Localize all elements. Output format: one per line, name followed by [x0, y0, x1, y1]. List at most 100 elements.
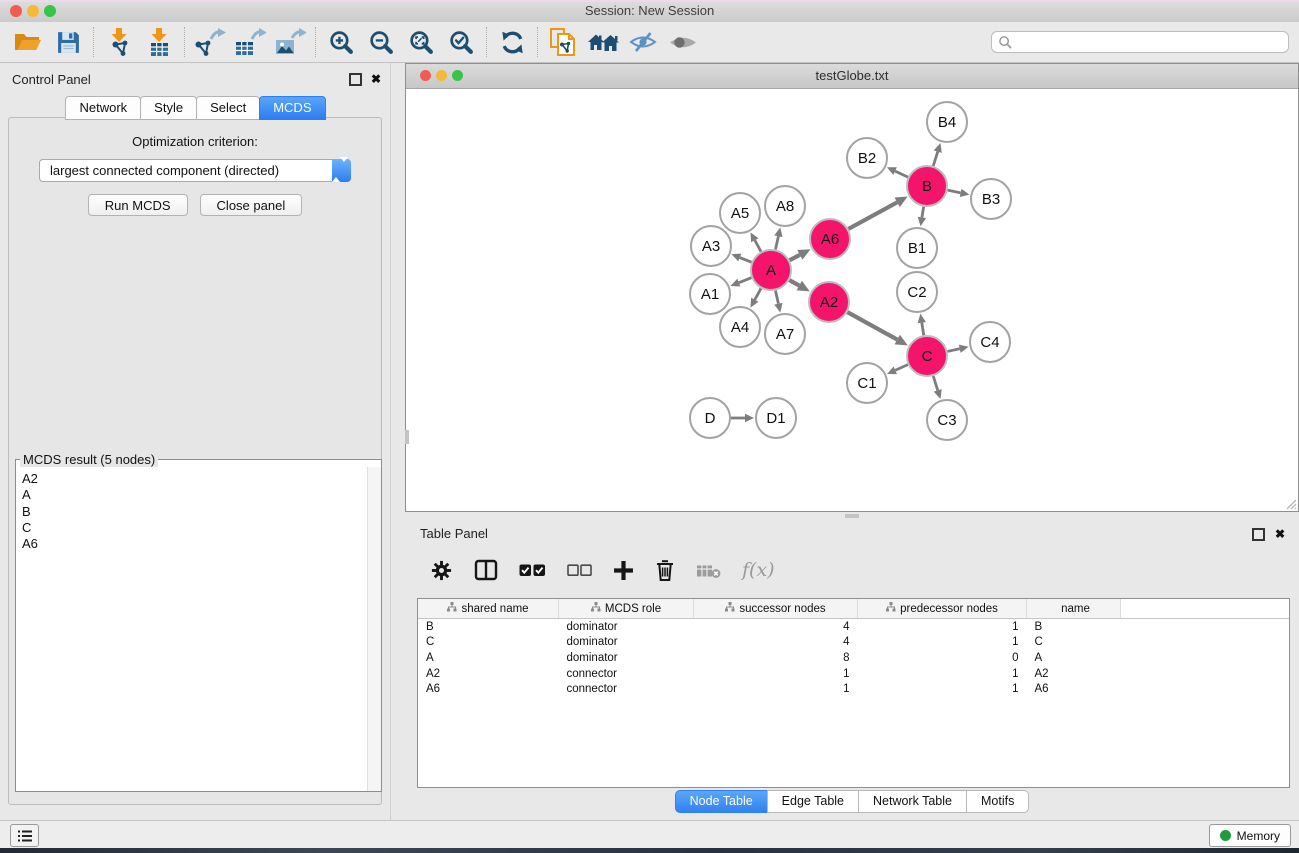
graph-node-D1[interactable]: D1 [756, 398, 796, 438]
edge-A-A2[interactable] [789, 280, 809, 291]
edge-A-A3[interactable] [731, 254, 751, 263]
import-table-icon[interactable] [139, 25, 179, 59]
edge-B-B4[interactable] [933, 143, 941, 166]
close-panel-icon[interactable]: ✖ [371, 73, 381, 85]
tab-mcds[interactable]: MCDS [259, 96, 325, 120]
criterion-select[interactable]: largest connected component (directed) [39, 159, 351, 182]
result-list-item[interactable]: C [22, 520, 367, 536]
graph-node-C4[interactable]: C4 [970, 322, 1010, 362]
graph-node-D[interactable]: D [690, 398, 730, 438]
graph-node-A4[interactable]: A4 [720, 307, 760, 347]
table-row-A[interactable]: Adominator80A [418, 650, 1289, 666]
table-tab-network-table[interactable]: Network Table [858, 790, 967, 813]
cell-name[interactable]: B [1027, 619, 1121, 635]
run-mcds-button[interactable]: Run MCDS [88, 194, 188, 216]
edge-A-A7[interactable] [774, 291, 782, 313]
cell-mcds-role[interactable]: dominator [559, 635, 694, 651]
edge-A-A5[interactable] [751, 232, 761, 251]
cell-predecessor-nodes[interactable]: 1 [858, 619, 1027, 635]
edge-C-C3[interactable] [933, 376, 941, 399]
open-session-icon[interactable] [8, 25, 48, 59]
graph-node-C2[interactable]: C2 [897, 272, 937, 312]
edge-C-C4[interactable] [947, 345, 968, 353]
cell-name[interactable]: C [1027, 635, 1121, 651]
graph-node-C3[interactable]: C3 [927, 400, 967, 440]
cell-predecessor-nodes[interactable]: 1 [858, 681, 1027, 697]
memory-button[interactable]: Memory [1209, 824, 1291, 847]
edge-B-B1[interactable] [918, 207, 926, 227]
cell-mcds-role[interactable]: dominator [559, 650, 694, 666]
deselect-all-icon[interactable] [567, 564, 592, 577]
edge-A-A6[interactable] [790, 249, 811, 260]
graph-node-B[interactable]: B [907, 166, 947, 206]
export-network-icon[interactable] [190, 25, 230, 59]
edge-C-C1[interactable] [887, 365, 908, 374]
cell-mcds-role[interactable]: connector [559, 666, 694, 682]
zoom-fit-icon[interactable] [401, 25, 441, 59]
cell-name[interactable]: A [1027, 650, 1121, 666]
cell-successor-nodes[interactable]: 8 [694, 650, 858, 666]
graph-node-A1[interactable]: A1 [690, 274, 730, 314]
edge-B-B3[interactable] [948, 189, 970, 197]
column-header-mcds-role[interactable]: MCDS role [559, 599, 694, 619]
select-all-icon[interactable] [519, 563, 546, 578]
graph-node-A5[interactable]: A5 [720, 193, 760, 233]
graph-node-A2[interactable]: A2 [809, 282, 849, 322]
cell-name[interactable]: A2 [1027, 666, 1121, 682]
table-row-A2[interactable]: A2connector11A2 [418, 666, 1289, 682]
show-columns-icon[interactable] [474, 559, 498, 581]
task-history-button[interactable] [10, 824, 39, 847]
graph-node-C[interactable]: C [907, 336, 947, 376]
refresh-icon[interactable] [492, 25, 532, 59]
float-panel-icon[interactable] [349, 73, 362, 86]
function-builder-icon[interactable]: f(x) [742, 559, 775, 581]
edge-D-D1[interactable] [731, 414, 754, 422]
cell-successor-nodes[interactable]: 4 [694, 619, 858, 635]
cell-mcds-role[interactable]: dominator [559, 619, 694, 635]
hide-graphics-icon[interactable] [623, 25, 663, 59]
graph-node-B3[interactable]: B3 [971, 179, 1011, 219]
delete-table-icon[interactable] [696, 562, 721, 579]
delete-column-icon[interactable] [655, 559, 675, 582]
table-tab-motifs[interactable]: Motifs [966, 790, 1029, 813]
graph-node-B1[interactable]: B1 [897, 228, 937, 268]
graph-node-B4[interactable]: B4 [927, 102, 967, 142]
graph-node-B2[interactable]: B2 [847, 138, 887, 178]
table-tab-edge-table[interactable]: Edge Table [767, 790, 859, 813]
cell-predecessor-nodes[interactable]: 1 [858, 635, 1027, 651]
tab-network[interactable]: Network [65, 96, 141, 120]
edge-A-A4[interactable] [751, 288, 761, 307]
result-list-item[interactable]: A2 [22, 471, 367, 487]
cell-shared-name[interactable]: A [418, 650, 559, 666]
tab-select[interactable]: Select [196, 96, 260, 120]
show-graphics-icon[interactable] [663, 25, 703, 59]
homes-icon[interactable] [583, 25, 623, 59]
table-row-A6[interactable]: A6connector11A6 [418, 681, 1289, 697]
column-header-successor-nodes[interactable]: successor nodes [694, 599, 858, 619]
zoom-out-icon[interactable] [361, 25, 401, 59]
zoom-selected-icon[interactable] [441, 25, 481, 59]
tab-style[interactable]: Style [140, 96, 197, 120]
zoom-in-icon[interactable] [321, 25, 361, 59]
cell-predecessor-nodes[interactable]: 1 [858, 666, 1027, 682]
export-image-icon[interactable] [270, 25, 310, 59]
graph-node-C1[interactable]: C1 [847, 363, 887, 403]
cell-mcds-role[interactable]: connector [559, 681, 694, 697]
cell-shared-name[interactable]: A2 [418, 666, 559, 682]
save-session-icon[interactable] [48, 25, 88, 59]
float-panel-icon[interactable] [1252, 528, 1265, 541]
network-window-title-bar[interactable]: testGlobe.txt [406, 64, 1298, 89]
edge-B-B2[interactable] [887, 167, 908, 177]
select-stepper-icon[interactable] [332, 159, 351, 182]
edge-A2-C[interactable] [847, 312, 907, 345]
edge-C-C2[interactable] [918, 314, 926, 336]
result-list-item[interactable]: A6 [22, 536, 367, 552]
search-input[interactable] [1013, 32, 1288, 52]
cell-shared-name[interactable]: B [418, 619, 559, 635]
column-header-predecessor-nodes[interactable]: predecessor nodes [858, 599, 1027, 619]
table-row-B[interactable]: Bdominator41B [418, 619, 1289, 635]
close-panel-icon[interactable]: ✖ [1275, 528, 1285, 540]
graph-node-A3[interactable]: A3 [691, 226, 731, 266]
cell-successor-nodes[interactable]: 1 [694, 681, 858, 697]
result-list-item[interactable]: B [22, 504, 367, 520]
